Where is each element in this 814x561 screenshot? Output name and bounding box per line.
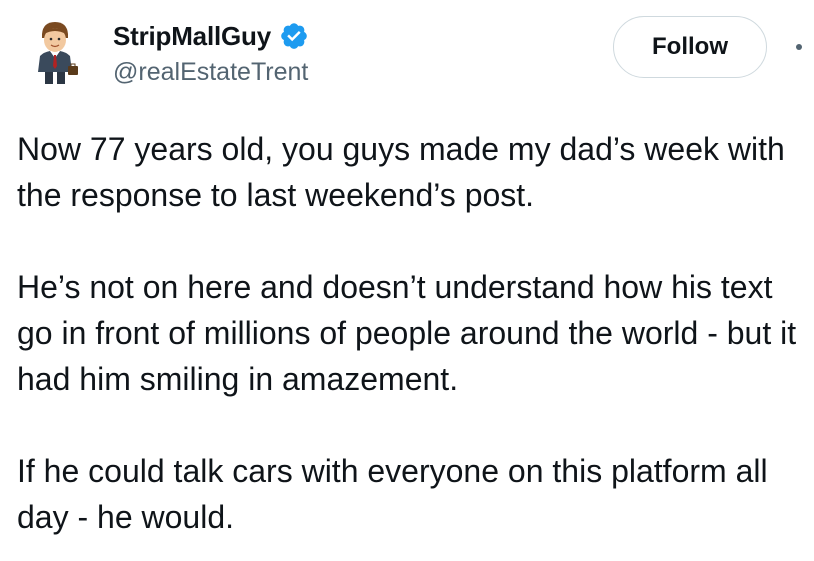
tweet-paragraph: He’s not on here and doesn’t understand … — [17, 269, 797, 397]
tweet-paragraph: If he could talk cars with everyone on t… — [17, 453, 768, 535]
businessman-avatar-icon — [18, 14, 92, 88]
verified-badge-icon[interactable] — [279, 21, 309, 51]
more-dot — [796, 44, 802, 50]
tweet-paragraph: Now 77 years old, you guys made my dad’s… — [17, 131, 785, 213]
author-display-name[interactable]: StripMallGuy — [113, 21, 271, 52]
author-avatar[interactable] — [18, 14, 92, 88]
follow-button[interactable]: Follow — [613, 16, 767, 78]
author-handle[interactable]: @realEstateTrent — [113, 58, 308, 87]
author-name-row: StripMallGuy — [113, 18, 309, 54]
tweet-card: StripMallGuy @realEstateTrent Follow Now… — [0, 0, 814, 561]
more-options-icon[interactable] — [790, 28, 814, 68]
tweet-text: Now 77 years old, you guys made my dad’s… — [17, 126, 807, 540]
